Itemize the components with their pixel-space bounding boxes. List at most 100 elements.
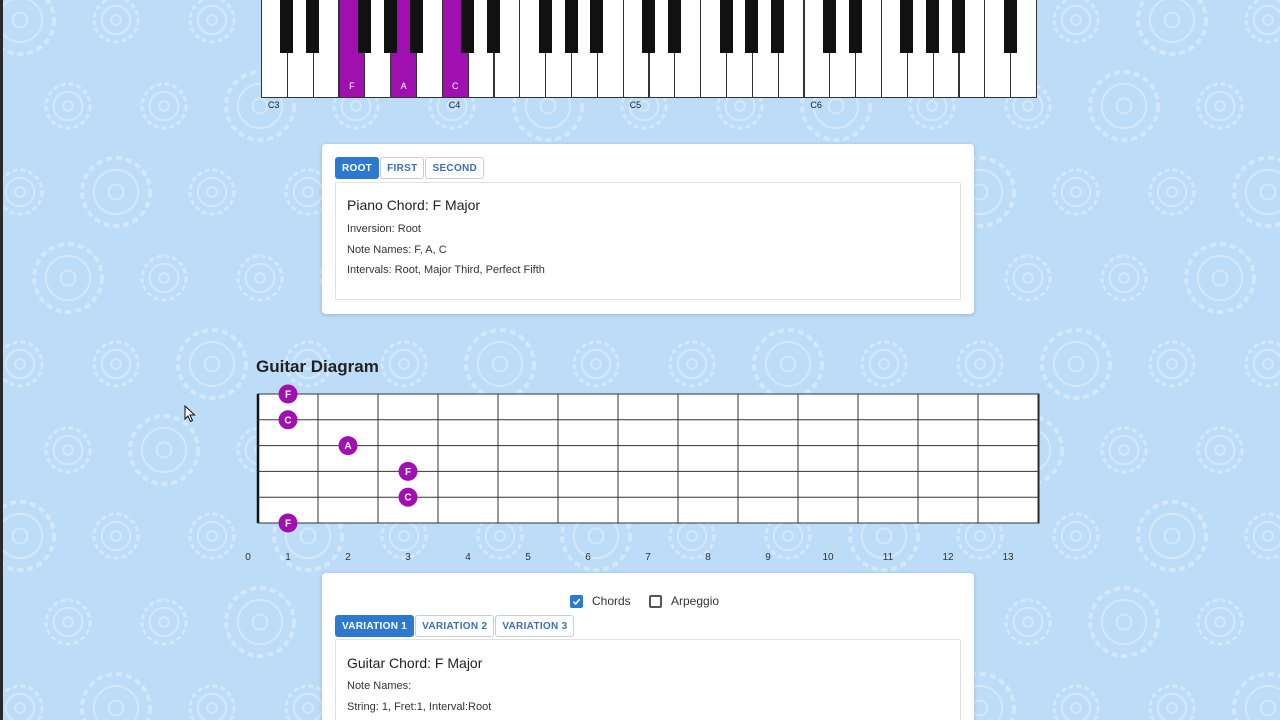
gear-pattern-icon bbox=[140, 82, 188, 130]
gear-pattern-icon bbox=[1148, 340, 1196, 388]
piano-black-key[interactable] bbox=[487, 0, 500, 53]
piano-black-key[interactable] bbox=[848, 0, 862, 53]
piano-black-key[interactable] bbox=[771, 0, 785, 53]
gear-pattern-icon bbox=[668, 340, 716, 388]
gear-pattern-icon bbox=[752, 328, 824, 400]
guitar-diagram-heading: Guitar Diagram bbox=[256, 357, 379, 376]
key-note-label: A bbox=[400, 81, 407, 91]
piano-black-key[interactable] bbox=[280, 0, 294, 53]
piano-black-key[interactable] bbox=[564, 0, 578, 53]
gear-pattern-icon bbox=[956, 340, 1004, 388]
piano-black-key[interactable] bbox=[409, 0, 423, 53]
gear-pattern-icon bbox=[0, 684, 44, 720]
guitar-note-names-text: Note Names: bbox=[347, 680, 412, 692]
tab-first[interactable]: FIRST bbox=[380, 157, 425, 179]
gear-pattern-icon bbox=[224, 586, 296, 658]
piano-black-key[interactable] bbox=[383, 0, 397, 53]
piano-black-key[interactable] bbox=[590, 0, 604, 53]
gear-pattern-icon bbox=[128, 414, 200, 486]
note-names-text: Note Names: F, A, C bbox=[347, 244, 447, 256]
piano-black-key[interactable] bbox=[1003, 0, 1017, 53]
gear-pattern-icon bbox=[380, 512, 428, 560]
gear-pattern-icon bbox=[188, 168, 236, 216]
piano-black-key[interactable] bbox=[926, 0, 940, 53]
gear-pattern-icon bbox=[524, 426, 572, 474]
gear-pattern-icon bbox=[668, 512, 716, 560]
tab-second[interactable]: SECOND bbox=[425, 157, 485, 179]
gear-pattern-icon bbox=[1148, 684, 1196, 720]
window-edge bbox=[0, 0, 3, 720]
inversion-tabs: ROOT FIRST SECOND bbox=[335, 157, 485, 179]
gear-pattern-icon bbox=[92, 512, 140, 560]
piano-black-key[interactable] bbox=[900, 0, 914, 53]
piano-black-key[interactable] bbox=[357, 0, 371, 53]
arpeggio-checkbox-item[interactable]: Arpeggio bbox=[649, 594, 719, 608]
gear-pattern-icon bbox=[32, 242, 104, 314]
guitar-chord-card: Chords Arpeggio VARIATION 1 VARIATION 2 … bbox=[322, 573, 974, 720]
piano-black-key[interactable] bbox=[667, 0, 681, 53]
tab-variation-1[interactable]: VARIATION 1 bbox=[335, 615, 415, 637]
chords-label: Chords bbox=[592, 594, 631, 608]
gear-pattern-icon bbox=[44, 598, 92, 646]
gear-pattern-icon bbox=[848, 500, 920, 572]
tab-variation-2[interactable]: VARIATION 2 bbox=[415, 615, 495, 637]
piano-chord-card: ROOT FIRST SECOND Piano Chord: F Major I… bbox=[322, 144, 974, 314]
gear-pattern-icon bbox=[992, 414, 1064, 486]
tab-root[interactable]: ROOT bbox=[335, 157, 380, 179]
gear-pattern-icon bbox=[1088, 70, 1160, 142]
gear-pattern-icon bbox=[140, 254, 188, 302]
gear-pattern-icon bbox=[0, 0, 56, 56]
gear-pattern-icon bbox=[1148, 168, 1196, 216]
gear-pattern-icon bbox=[812, 426, 860, 474]
gear-pattern-icon bbox=[1052, 684, 1100, 720]
piano-black-key[interactable] bbox=[642, 0, 655, 53]
gear-pattern-icon bbox=[236, 426, 284, 474]
checkmark-icon bbox=[572, 598, 581, 605]
key-note-label: C bbox=[451, 81, 459, 91]
guitar-chord-info: Guitar Chord: F Major Note Names: String… bbox=[335, 639, 961, 720]
key-note-label: F bbox=[349, 81, 355, 91]
gear-pattern-icon bbox=[1052, 0, 1100, 44]
gear-pattern-icon bbox=[0, 500, 56, 572]
chords-checkbox-item[interactable]: Chords bbox=[570, 594, 631, 608]
piano-black-key[interactable] bbox=[306, 0, 320, 53]
piano-black-key[interactable] bbox=[952, 0, 965, 53]
piano-black-key[interactable] bbox=[538, 0, 552, 53]
gear-pattern-icon bbox=[476, 512, 524, 560]
piano-black-key[interactable] bbox=[719, 0, 733, 53]
gear-pattern-icon bbox=[1052, 168, 1100, 216]
gear-pattern-icon bbox=[1004, 598, 1052, 646]
gear-pattern-icon bbox=[908, 426, 956, 474]
gear-pattern-icon bbox=[1040, 328, 1112, 400]
gear-pattern-icon bbox=[1088, 586, 1160, 658]
gear-pattern-icon bbox=[92, 340, 140, 388]
gear-pattern-icon bbox=[1244, 0, 1280, 44]
tab-variation-3[interactable]: VARIATION 3 bbox=[495, 615, 575, 637]
gear-pattern-icon bbox=[1232, 156, 1280, 228]
gear-pattern-icon bbox=[140, 598, 188, 646]
gear-pattern-icon bbox=[188, 0, 236, 44]
arpeggio-label: Arpeggio bbox=[671, 594, 720, 608]
piano-chord-info: Piano Chord: F Major Inversion: Root Not… bbox=[335, 182, 961, 300]
gear-pattern-icon bbox=[80, 156, 152, 228]
piano-keyboard[interactable]: F A C C3 C4 C5 C6 bbox=[261, 0, 1037, 110]
piano-black-key[interactable] bbox=[822, 0, 836, 53]
piano-black-key[interactable] bbox=[461, 0, 475, 53]
chords-checkbox[interactable] bbox=[570, 594, 583, 608]
piano-black-key[interactable] bbox=[745, 0, 759, 53]
gear-pattern-icon bbox=[44, 82, 92, 130]
gear-pattern-icon bbox=[956, 512, 1004, 560]
gear-pattern-icon bbox=[1184, 242, 1256, 314]
mouse-cursor-icon bbox=[184, 405, 196, 423]
gear-pattern-icon bbox=[236, 254, 284, 302]
intervals-text: Intervals: Root, Major Third, Perfect Fi… bbox=[347, 264, 545, 276]
gear-pattern-icon bbox=[1052, 512, 1100, 560]
arpeggio-checkbox[interactable] bbox=[649, 594, 662, 608]
gear-pattern-icon bbox=[1196, 82, 1244, 130]
piano-chord-title: Piano Chord: F Major bbox=[347, 197, 481, 213]
gear-pattern-icon bbox=[80, 672, 152, 720]
gear-pattern-icon bbox=[0, 168, 44, 216]
octave-label: C5 bbox=[629, 100, 642, 110]
gear-pattern-icon bbox=[332, 426, 380, 474]
octave-label: C3 bbox=[267, 100, 280, 110]
